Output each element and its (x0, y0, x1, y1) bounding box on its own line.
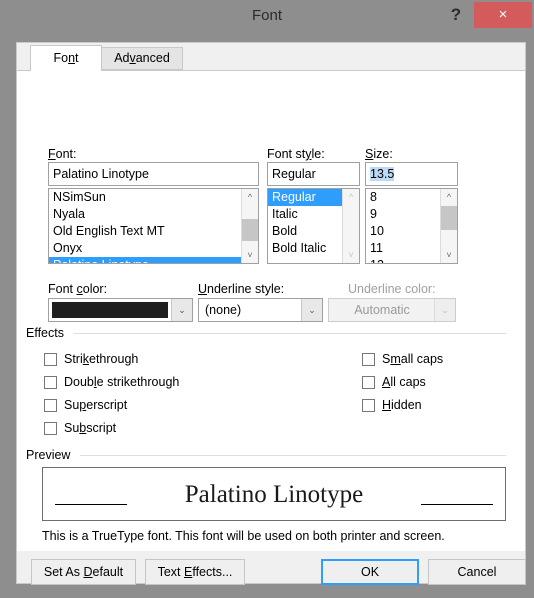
underline-color-label: Underline color: (348, 282, 436, 296)
underline-style-label: Underline style: (198, 282, 285, 296)
chevron-down-icon[interactable]: ⌄ (171, 299, 192, 321)
checkbox-box[interactable] (362, 353, 375, 366)
tab-page-font: Font: Font style: Size: Palatino Linotyp… (17, 70, 525, 551)
underline-style-combo[interactable]: (none) ⌄ (198, 298, 323, 322)
checkbox-label: Hidden (382, 398, 422, 412)
checkbox-box[interactable] (44, 422, 57, 435)
ok-button[interactable]: OK (321, 559, 419, 585)
underline-style-value: (none) (205, 303, 242, 317)
help-icon[interactable]: ? (440, 0, 472, 30)
font-dialog-window: Font ? × Font Advanced Font: Font style:… (0, 0, 534, 598)
size-label: Size: (365, 147, 393, 161)
scroll-up-icon[interactable]: ^ (441, 189, 457, 205)
dialog-client-area: Font Advanced Font: Font style: Size: Pa… (16, 42, 526, 585)
size-input[interactable]: 13.5 (365, 162, 458, 186)
checkbox-label: Subscript (64, 421, 117, 435)
checkbox-label: All caps (382, 375, 426, 389)
font-type-note: This is a TrueType font. This font will … (42, 529, 445, 543)
font-color-combo[interactable]: ⌄ (48, 298, 193, 322)
underline-color-combo: Automatic ⌄ (328, 298, 456, 322)
scroll-up-icon[interactable]: ^ (343, 189, 359, 205)
tab-advanced[interactable]: Advanced (101, 47, 183, 70)
scroll-thumb[interactable] (441, 206, 457, 230)
scroll-down-icon[interactable]: ˅ (343, 247, 359, 263)
font-name-input[interactable]: Palatino Linotype (48, 162, 259, 186)
font-preview-box: Palatino Linotype (42, 467, 506, 521)
effects-group-divider (73, 333, 506, 334)
preview-sample-text: Palatino Linotype (184, 481, 364, 508)
font-list[interactable]: NSimSun Nyala Old English Text MT Onyx P… (48, 188, 259, 264)
preview-group-divider (80, 455, 506, 456)
font-style-label: Font style: (267, 147, 325, 161)
chevron-down-icon[interactable]: ⌄ (301, 299, 322, 321)
checkbox-label: Strikethrough (64, 352, 139, 366)
font-name-value: Palatino Linotype (53, 167, 149, 181)
font-style-input[interactable]: Regular (267, 162, 360, 186)
scroll-up-icon[interactable]: ^ (242, 189, 258, 205)
text-effects-button[interactable]: Text Effects... (145, 559, 245, 585)
checkbox-label: Double strikethrough (64, 375, 180, 389)
font-style-list[interactable]: Regular Italic Bold Bold Italic ^ ˅ (267, 188, 360, 264)
preview-group-label: Preview (26, 448, 76, 462)
font-color-label: Font color: (48, 282, 108, 296)
list-item[interactable]: Onyx (49, 240, 258, 257)
set-as-default-button[interactable]: Set As Default (31, 559, 136, 585)
close-icon[interactable]: × (474, 2, 532, 28)
font-color-swatch (51, 301, 169, 319)
scroll-down-icon[interactable]: ˅ (242, 247, 258, 263)
list-item-selected[interactable]: Palatino Linotype (49, 257, 258, 263)
scroll-thumb[interactable] (242, 219, 258, 241)
checkbox-box[interactable] (362, 399, 375, 412)
checkbox-label: Small caps (382, 352, 444, 366)
list-item[interactable]: Nyala (49, 206, 258, 223)
tab-strip: Font Advanced (17, 43, 525, 71)
font-style-list-scrollbar[interactable]: ^ ˅ (342, 189, 359, 263)
checkbox-box[interactable] (44, 399, 57, 412)
scroll-down-icon[interactable]: ˅ (441, 247, 457, 263)
underline-color-value: Automatic (354, 303, 410, 317)
chevron-down-icon: ⌄ (434, 299, 455, 321)
cancel-button[interactable]: Cancel (428, 559, 526, 585)
checkbox-box[interactable] (362, 376, 375, 389)
tab-font[interactable]: Font (30, 45, 102, 71)
checkbox-box[interactable] (44, 376, 57, 389)
font-label: Font: (48, 147, 77, 161)
checkbox-label: Superscript (64, 398, 128, 412)
font-list-scrollbar[interactable]: ^ ˅ (241, 189, 258, 263)
effects-group-label: Effects (26, 326, 69, 340)
checkbox-box[interactable] (44, 353, 57, 366)
size-list-scrollbar[interactable]: ^ ˅ (440, 189, 457, 263)
list-item[interactable]: NSimSun (49, 189, 258, 206)
title-bar: Font ? × (0, 0, 534, 32)
list-item[interactable]: Old English Text MT (49, 223, 258, 240)
font-style-value: Regular (272, 167, 316, 181)
size-value: 13.5 (370, 167, 395, 181)
size-list[interactable]: 8 9 10 11 12 ^ ˅ (365, 188, 458, 264)
